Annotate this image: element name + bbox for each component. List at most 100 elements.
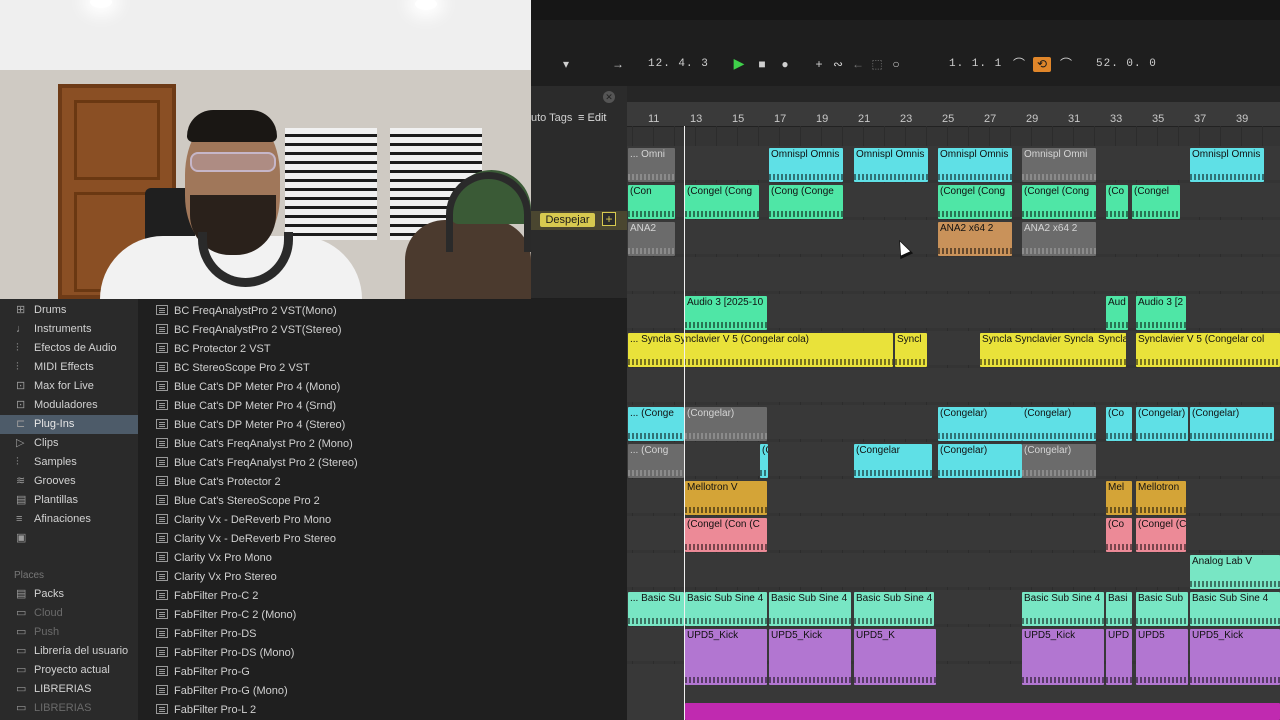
list-item[interactable]: Blue Cat's DP Meter Pro 4 (Mono): [156, 378, 340, 397]
record-icon[interactable]: ●: [778, 57, 792, 71]
sidebar-item-instruments[interactable]: ♩ Instruments: [0, 320, 138, 339]
arrangement-clip[interactable]: ANA2 x64 2: [938, 222, 1012, 256]
arrangement-clip[interactable]: (Congel (Cong: [1022, 185, 1096, 219]
sidebar-item-extra[interactable]: ▣: [0, 529, 138, 548]
list-item[interactable]: FabFilter Pro-G (Mono): [156, 682, 288, 701]
arrangement-clip[interactable]: Mel: [1106, 481, 1132, 515]
arrangement-clip[interactable]: UPD: [1106, 629, 1132, 685]
song-position[interactable]: 12. 4. 3: [648, 58, 709, 70]
arrangement-clip[interactable]: (Congelar): [1190, 407, 1274, 441]
arrangement-clip[interactable]: (Co: [1106, 518, 1132, 552]
clear-filter-button[interactable]: Despejar: [540, 213, 595, 227]
arrangement-clip[interactable]: Mellotron: [1136, 481, 1186, 515]
arrangement-clip[interactable]: (Congel (C: [1136, 518, 1186, 552]
list-item[interactable]: Clarity Vx - DeReverb Pro Stereo: [156, 530, 336, 549]
arrangement-clip[interactable]: UPD5_Kick: [1022, 629, 1104, 685]
arrangement-clip[interactable]: Basic Sub Sine 4: [1190, 592, 1280, 626]
loop-start[interactable]: 1. 1. 1: [949, 58, 1002, 70]
list-item[interactable]: Blue Cat's DP Meter Pro 4 (Stereo): [156, 416, 345, 435]
track-lane[interactable]: [627, 553, 1280, 587]
session-record-icon[interactable]: ○: [889, 57, 903, 71]
list-item[interactable]: BC Protector 2 VST: [156, 340, 271, 359]
arrangement-clip[interactable]: (Congelar: [854, 444, 932, 478]
sidebar-item-modulators[interactable]: ⊡ Moduladores: [0, 396, 138, 415]
arrangement-clip[interactable]: Analog Lab V: [1190, 555, 1280, 589]
dropdown-arrow-icon[interactable]: ▾: [559, 57, 573, 71]
place-librerias[interactable]: ▭ LIBRERIAS: [0, 680, 138, 699]
auto-tags-button[interactable]: uto Tags: [531, 112, 572, 124]
arrangement-clip[interactable]: ... (Conge: [628, 407, 684, 441]
arrangement-clip[interactable]: (Congelar): [938, 407, 1022, 441]
punch-out-icon[interactable]: ⌒: [1059, 57, 1073, 71]
sidebar-item-samples[interactable]: ⫶ Samples: [0, 453, 138, 472]
arrangement-clip[interactable]: Basic Sub: [1136, 592, 1188, 626]
playhead[interactable]: [684, 126, 685, 720]
arrangement-clip[interactable]: Omnispl Omnis: [854, 148, 928, 182]
add-filter-button[interactable]: +: [602, 212, 616, 226]
track-lane[interactable]: [627, 257, 1280, 291]
sidebar-item-max-for-live[interactable]: ⊡ Max for Live: [0, 377, 138, 396]
arrangement-clip[interactable]: (Congelar): [1022, 407, 1096, 441]
arrangement-clip[interactable]: Synclavier V 5 (Congelar col: [1136, 333, 1280, 367]
arrangement-clip[interactable]: (Congel (Cong: [938, 185, 1012, 219]
list-item[interactable]: Clarity Vx - DeReverb Pro Mono: [156, 511, 331, 530]
place-push[interactable]: ▭ Push: [0, 623, 138, 642]
arrangement-clip[interactable]: ... Omni: [628, 148, 675, 182]
arrangement-clip[interactable]: Basic Sub Sine 4: [854, 592, 934, 626]
place-user-library[interactable]: ▭ Librería del usuario: [0, 642, 138, 661]
arrangement-clip[interactable]: (Congelar): [1022, 444, 1096, 478]
arrangement-clip[interactable]: Omnispl Omnis: [1190, 148, 1264, 182]
back-icon[interactable]: ←: [851, 57, 865, 71]
track-lane[interactable]: [627, 368, 1280, 402]
list-item[interactable]: BC FreqAnalystPro 2 VST(Mono): [156, 302, 337, 321]
place-cloud[interactable]: ▭ Cloud: [0, 604, 138, 623]
arrangement-clip[interactable]: Omnispl Omnis: [769, 148, 843, 182]
follow-icon[interactable]: →: [611, 57, 625, 71]
arrangement-clip[interactable]: Basic Sub Sine 4: [1022, 592, 1104, 626]
edit-button[interactable]: ≡ Edit: [578, 112, 606, 124]
arrangement-clip[interactable]: (Congel: [1132, 185, 1180, 219]
arrangement-view[interactable]: 11 13 15 17 19 21 23 25 27 29 31 33 35 3…: [627, 86, 1280, 720]
arrangement-overview[interactable]: [627, 86, 1280, 102]
arrangement-clip[interactable]: ANA2: [628, 222, 675, 256]
list-item[interactable]: Clarity Vx Pro Stereo: [156, 568, 277, 587]
arrangement-clip[interactable]: ANA2 x64 2: [1022, 222, 1096, 256]
arrangement-clip[interactable]: (Con: [628, 185, 675, 219]
arrangement-clip[interactable]: ... Basic Su: [628, 592, 684, 626]
arrangement-clip[interactable]: Audio 3 [2: [1136, 296, 1186, 330]
stop-icon[interactable]: ■: [755, 57, 769, 71]
arrangement-clip[interactable]: UPD5_Kick: [685, 629, 767, 685]
arrangement-clip[interactable]: (Congel (Cong: [685, 185, 759, 219]
close-icon[interactable]: ✕: [603, 91, 615, 103]
arrangement-clip[interactable]: (Cong (Conge: [769, 185, 843, 219]
sidebar-item-clips[interactable]: ▷ Clips: [0, 434, 138, 453]
list-item[interactable]: Blue Cat's Protector 2: [156, 473, 281, 492]
arrangement-clip[interactable]: (Congelar): [685, 407, 767, 441]
arrangement-clip[interactable]: (Co: [1106, 407, 1132, 441]
arrangement-clip[interactable]: [685, 703, 1280, 720]
arrangement-clip[interactable]: Audio 3 [2025-10: [685, 296, 767, 330]
sidebar-item-grooves[interactable]: ≋ Grooves: [0, 472, 138, 491]
sidebar-item-tunings[interactable]: ≡ Afinaciones: [0, 510, 138, 529]
arrangement-clip[interactable]: Omnispl Omnis: [938, 148, 1012, 182]
arrangement-clip[interactable]: ... Syncla Synclavier V 5 (Congelar cola…: [628, 333, 893, 367]
arrangement-clip[interactable]: Basic Sub Sine 4: [685, 592, 767, 626]
sidebar-item-drums[interactable]: ⊞ Drums: [0, 301, 138, 320]
arrangement-clip[interactable]: (Congel (Con (C: [685, 518, 767, 552]
arrangement-clip[interactable]: Syncl: [895, 333, 927, 367]
arrangement-clip[interactable]: ... (Cong: [628, 444, 684, 478]
list-item[interactable]: FabFilter Pro-C 2: [156, 587, 258, 606]
automation-icon[interactable]: ∾: [831, 57, 845, 71]
sidebar-item-midi-effects[interactable]: ⫶ MIDI Effects: [0, 358, 138, 377]
place-packs[interactable]: ▤ Packs: [0, 585, 138, 604]
list-item[interactable]: BC FreqAnalystPro 2 VST(Stereo): [156, 321, 342, 340]
arrangement-clip[interactable]: Basic Sub Sine 4: [769, 592, 851, 626]
arrangement-clip[interactable]: UPD5_Kick: [1190, 629, 1280, 685]
list-item[interactable]: Blue Cat's FreqAnalyst Pro 2 (Mono): [156, 435, 353, 454]
add-icon[interactable]: +: [812, 57, 826, 71]
list-item[interactable]: FabFilter Pro-DS (Mono): [156, 644, 294, 663]
arrangement-clip[interactable]: Aud: [1106, 296, 1128, 330]
list-item[interactable]: FabFilter Pro-L 2: [156, 701, 256, 720]
sidebar-item-plugins[interactable]: ⊏ Plug-Ins: [0, 415, 138, 434]
punch-in-icon[interactable]: ⌒: [1012, 57, 1026, 71]
